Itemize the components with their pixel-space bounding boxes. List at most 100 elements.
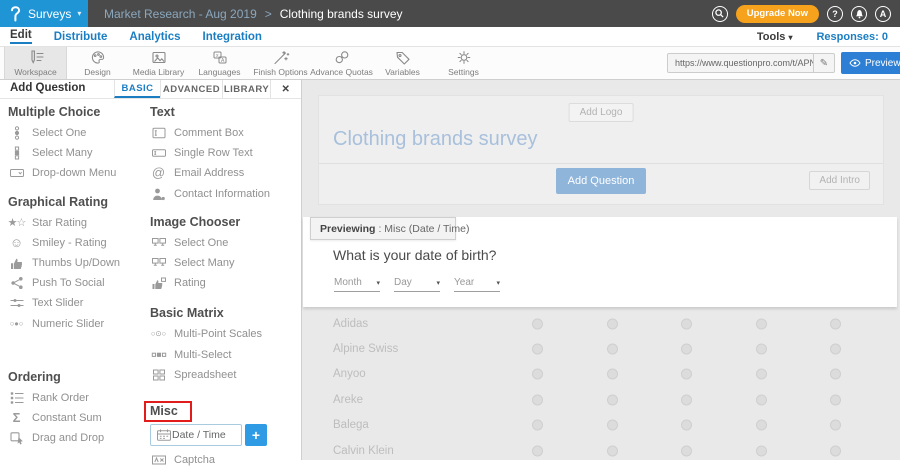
matrix-radio[interactable] [756,369,767,380]
toolbar-design[interactable]: Design [67,47,128,79]
qtype-image-rating[interactable]: Rating [150,273,300,293]
qtype-spreadsheet[interactable]: Spreadsheet [150,365,300,385]
month-select[interactable]: Month ▾ [334,277,380,292]
qtype-email-address[interactable]: @ Email Address [150,163,300,183]
nav-tab-integration[interactable]: Integration [203,31,262,43]
nav-tab-edit[interactable]: Edit [10,29,32,44]
matrix-radio[interactable] [681,420,692,431]
qtype-contact-information[interactable]: Contact Information [150,184,300,204]
matrix-radio[interactable] [607,445,618,456]
section-ordering: Ordering [8,369,140,385]
tools-menu[interactable]: Tools ▾ [757,31,793,43]
matrix-radio[interactable] [532,420,543,431]
tab-advanced[interactable]: ADVANCED [160,80,222,98]
topbar-actions: Upgrade Now ? A [712,5,900,23]
add-question-button[interactable]: Add Question [556,168,646,194]
misc-heading-highlight: Misc [144,401,192,422]
matrix-radio[interactable] [830,420,841,431]
matrix-radio[interactable] [830,369,841,380]
matrix-radio[interactable] [607,344,618,355]
matrix-radio[interactable] [830,394,841,405]
matrix-radio[interactable] [681,318,692,329]
survey-header-card: Add Logo Clothing brands survey Add Ques… [318,95,884,205]
breadcrumb-folder[interactable]: Market Research - Aug 2019 [104,7,257,21]
matrix-radio[interactable] [607,318,618,329]
matrix-radio[interactable] [532,369,543,380]
matrix-radio[interactable] [756,445,767,456]
qtype-push-to-social[interactable]: Push To Social [8,273,140,293]
search-button[interactable] [712,6,728,22]
matrix-radio[interactable] [756,318,767,329]
tab-basic[interactable]: BASIC [114,80,160,98]
upgrade-now-button[interactable]: Upgrade Now [736,5,819,23]
matrix-radio[interactable] [607,369,618,380]
qtype-dropdown-menu[interactable]: Drop-down Menu [8,163,140,183]
chevron-down-icon: ▾ [496,279,500,287]
toolbar-languages[interactable]: xA Languages [189,47,250,79]
matrix-row-label: Anyoo [333,368,366,380]
add-logo-button[interactable]: Add Logo [569,103,634,122]
matrix-radio[interactable] [830,445,841,456]
qtype-comment-box[interactable]: Comment Box [150,123,300,143]
matrix-radio[interactable] [681,344,692,355]
survey-url-field[interactable]: https://www.questionpro.com/t/APNrfZ ✎ [667,53,835,73]
matrix-radio[interactable] [830,318,841,329]
toolbar-variables[interactable]: Variables [372,47,433,79]
qtype-multi-select[interactable]: Multi-Select [150,345,300,365]
survey-title[interactable]: Clothing brands survey [333,128,538,151]
preview-button[interactable]: Preview [841,52,900,74]
close-panel-button[interactable]: ✕ [270,80,301,98]
qtype-smiley-rating[interactable]: ☺ Smiley - Rating [8,233,140,253]
qtype-text-slider[interactable]: Text Slider [8,293,140,313]
matrix-radio[interactable] [607,420,618,431]
qtype-numeric-slider[interactable]: ○●○ Numeric Slider [8,314,140,334]
matrix-radio[interactable] [532,394,543,405]
matrix-radio[interactable] [681,394,692,405]
tab-library[interactable]: LIBRARY [222,80,270,98]
matrix-radio[interactable] [681,369,692,380]
edit-url-button[interactable]: ✎ [813,54,834,72]
product-switcher[interactable]: Surveys ▾ [0,0,88,27]
year-select[interactable]: Year ▾ [454,277,500,292]
toolbar-media-library[interactable]: Media Library [128,47,189,79]
responses-count[interactable]: Responses: 0 [816,31,888,43]
day-select[interactable]: Day ▾ [394,277,440,292]
toolbar-advance-quotas[interactable]: Advance Quotas [311,47,372,79]
avatar[interactable]: A [875,6,891,22]
qtype-select-one[interactable]: Select One [8,123,140,143]
slider-icon [8,296,25,310]
qtype-thumbs-up-down[interactable]: Thumbs Up/Down [8,253,140,273]
qtype-drag-and-drop[interactable]: Drag and Drop [8,428,140,448]
matrix-radio[interactable] [607,394,618,405]
qtype-image-select-many[interactable]: Select Many [150,253,300,273]
toolbar-settings[interactable]: Settings [433,47,494,79]
matrix-radio[interactable] [756,394,767,405]
matrix-radio[interactable] [532,318,543,329]
qtype-image-select-one[interactable]: Select One [150,233,300,253]
qtype-multi-point-scales[interactable]: ○⊙○ Multi-Point Scales [150,324,300,344]
survey-url[interactable]: https://www.questionpro.com/t/APNrfZ [668,58,813,68]
qtype-star-rating[interactable]: ★☆ Star Rating [8,213,140,233]
quota-links-icon [333,50,351,65]
toolbar-workspace[interactable]: Workspace [4,47,67,79]
qtype-rank-order[interactable]: Rank Order [8,388,140,408]
matrix-radio[interactable] [756,420,767,431]
help-button[interactable]: ? [827,6,843,22]
matrix-radio[interactable] [681,445,692,456]
notifications-button[interactable] [851,6,867,22]
matrix-radio[interactable] [756,344,767,355]
matrix-radio[interactable] [532,344,543,355]
qtype-date-time[interactable]: Date / Time [150,424,242,446]
qtype-select-many[interactable]: Select Many [8,143,140,163]
eye-icon [849,59,861,67]
add-intro-button[interactable]: Add Intro [809,171,870,190]
nav-tab-distribute[interactable]: Distribute [54,31,108,43]
add-date-time-button[interactable]: + [245,424,267,446]
qtype-constant-sum[interactable]: Σ Constant Sum [8,408,140,428]
toolbar-finish-options[interactable]: Finish Options [250,47,311,79]
matrix-radio[interactable] [830,344,841,355]
matrix-radio[interactable] [532,445,543,456]
qtype-single-row-text[interactable]: Single Row Text [150,143,300,163]
section-image-chooser: Image Chooser [150,214,300,230]
nav-tab-analytics[interactable]: Analytics [129,31,180,43]
